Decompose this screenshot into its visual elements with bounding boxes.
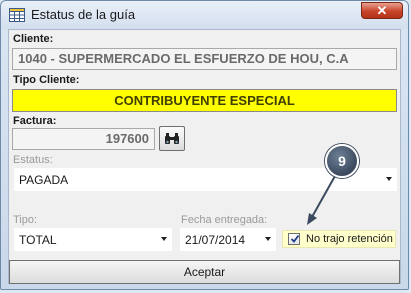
binoculars-icon bbox=[165, 133, 179, 144]
accept-button[interactable]: Aceptar bbox=[9, 260, 400, 284]
tipo-value: TOTAL bbox=[19, 233, 57, 247]
fecha-entregada-value: 21/07/2014 bbox=[185, 233, 246, 247]
no-trajo-retencion-checkbox[interactable] bbox=[288, 233, 300, 245]
dialog-window: Estatus de la guía ✕ Cliente: 1040 - SUP… bbox=[0, 0, 409, 290]
fecha-entregada-picker[interactable]: 21/07/2014 bbox=[180, 228, 276, 251]
factura-field: 197600 bbox=[12, 128, 155, 150]
estatus-value: PAGADA bbox=[19, 173, 69, 187]
chevron-down-icon bbox=[265, 237, 271, 241]
chevron-down-icon bbox=[386, 177, 392, 181]
no-trajo-retencion-option[interactable]: No trajo retención bbox=[282, 230, 396, 248]
chevron-down-icon bbox=[161, 237, 167, 241]
fecha-entregada-label: Fecha entregada: bbox=[181, 214, 268, 226]
tipo-cliente-field: CONTRIBUYENTE ESPECIAL bbox=[12, 89, 397, 112]
factura-label: Factura: bbox=[13, 115, 57, 127]
search-factura-button[interactable] bbox=[159, 126, 185, 151]
window-title: Estatus de la guía bbox=[31, 7, 136, 22]
cliente-label: Cliente: bbox=[13, 33, 54, 45]
table-icon bbox=[9, 8, 25, 27]
tipo-select[interactable]: TOTAL bbox=[14, 228, 172, 251]
estatus-label: Estatus: bbox=[13, 154, 53, 166]
close-button[interactable]: ✕ bbox=[361, 2, 403, 19]
checkmark-icon bbox=[290, 234, 300, 243]
no-trajo-retencion-label: No trajo retención bbox=[306, 233, 393, 245]
tipo-label: Tipo: bbox=[13, 214, 38, 226]
tipo-cliente-label: Tipo Cliente: bbox=[13, 74, 80, 86]
title-bar[interactable]: Estatus de la guía ✕ bbox=[1, 1, 408, 29]
callout-badge: 9 bbox=[325, 144, 359, 178]
close-icon: ✕ bbox=[376, 3, 388, 18]
cliente-field: 1040 - SUPERMERCADO EL ESFUERZO DE HOU, … bbox=[12, 48, 397, 70]
